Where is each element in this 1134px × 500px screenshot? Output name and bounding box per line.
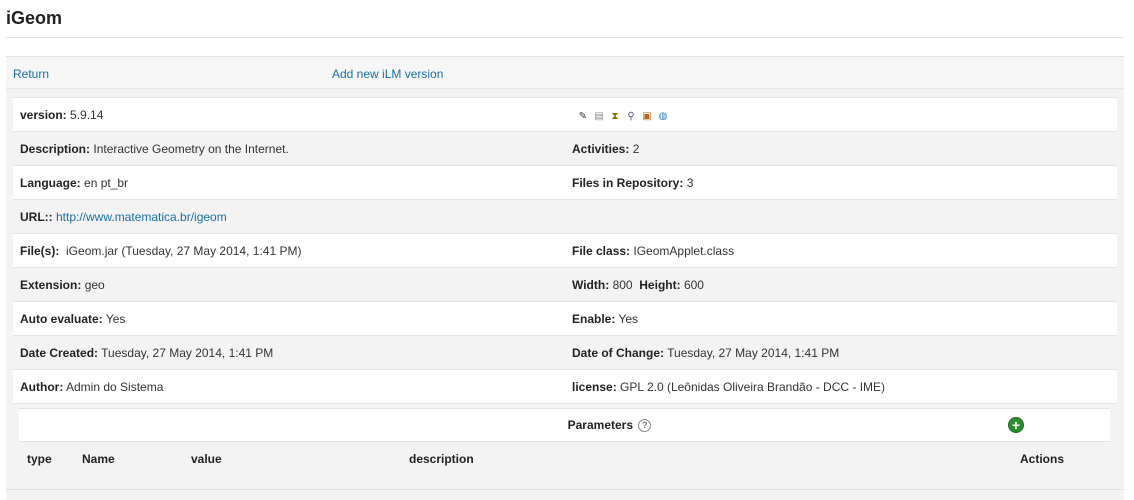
extension-value: geo bbox=[84, 277, 105, 292]
file-class-label: File class: bbox=[572, 243, 631, 258]
extension-cell: Extension: geo bbox=[13, 267, 565, 302]
date-created-value: Tuesday, 27 May 2014, 1:41 PM bbox=[101, 345, 274, 360]
url-link[interactable]: http://www.matematica.br/igeom bbox=[56, 210, 227, 224]
table-row: version: 5.9.14 ✎ ▤ ⧗ ⚲ ▣ ◍ bbox=[13, 97, 1117, 132]
version-cell: version: 5.9.14 bbox=[13, 97, 565, 132]
table-row: Date Created: Tuesday, 27 May 2014, 1:41… bbox=[13, 335, 1117, 370]
file-class-value: IGeomApplet.class bbox=[633, 243, 735, 258]
preview-icon[interactable]: ⚲ bbox=[626, 111, 636, 122]
url-label: URL:: bbox=[20, 209, 53, 224]
url-cell: URL:: http://www.matematica.br/igeom bbox=[13, 199, 565, 234]
files-repository-label: Files in Repository: bbox=[572, 175, 684, 190]
auto-evaluate-cell: Auto evaluate: Yes bbox=[13, 301, 565, 336]
table-row: Extension: geo Width: 800 Height: 600 bbox=[13, 267, 1117, 302]
column-header-actions: Actions bbox=[1008, 441, 1110, 477]
version-value: 5.9.14 bbox=[70, 107, 104, 122]
license-label: license: bbox=[572, 379, 617, 394]
date-change-cell: Date of Change: Tuesday, 27 May 2014, 1:… bbox=[565, 335, 1117, 370]
ilm-info-table: version: 5.9.14 ✎ ▤ ⧗ ⚲ ▣ ◍ Description:… bbox=[13, 97, 1117, 404]
add-parameter-cell: + bbox=[1008, 408, 1110, 442]
column-header-name: Name bbox=[74, 441, 183, 477]
description-cell: Description: Interactive Geometry on the… bbox=[13, 131, 565, 166]
license-cell: license: GPL 2.0 (Leônidas Oliveira Bran… bbox=[565, 369, 1117, 404]
activities-value: 2 bbox=[632, 141, 640, 156]
date-created-label: Date Created: bbox=[20, 345, 99, 360]
edit-icon[interactable]: ✎ bbox=[578, 111, 588, 122]
date-change-label: Date of Change: bbox=[572, 345, 665, 360]
height-value: 600 bbox=[683, 277, 704, 292]
column-header-value: value bbox=[183, 441, 401, 477]
files-label: File(s): bbox=[20, 243, 60, 258]
help-icon[interactable]: ? bbox=[638, 419, 652, 433]
export-icon[interactable]: ⧗ bbox=[610, 111, 620, 122]
bottom-divider bbox=[6, 489, 1124, 490]
table-row: Language: en pt_br Files in Repository: … bbox=[13, 165, 1117, 200]
table-row: File(s): iGeom.jar (Tuesday, 27 May 2014… bbox=[13, 233, 1117, 268]
version-label: version: bbox=[20, 107, 67, 122]
table-row: Author: Admin do Sistema license: GPL 2.… bbox=[13, 369, 1117, 404]
height-label: Height: bbox=[639, 277, 681, 292]
language-value: en pt_br bbox=[84, 175, 129, 190]
version-tools: ✎ ▤ ⧗ ⚲ ▣ ◍ bbox=[572, 111, 668, 122]
page-title: iGeom bbox=[6, 8, 63, 28]
add-parameter-icon[interactable]: + bbox=[1008, 417, 1024, 433]
files-repository-cell: Files in Repository: 3 bbox=[565, 165, 1117, 200]
parameters-title-cell: Parameters ? bbox=[19, 408, 1008, 442]
files-value: iGeom.jar (Tuesday, 27 May 2014, 1:41 PM… bbox=[66, 243, 302, 258]
tools-cell: ✎ ▤ ⧗ ⚲ ▣ ◍ bbox=[565, 97, 1117, 132]
language-label: Language: bbox=[20, 175, 81, 190]
language-cell: Language: en pt_br bbox=[13, 165, 565, 200]
parameters-table: Parameters ? + type Name value descripti… bbox=[19, 408, 1110, 477]
auto-evaluate-label: Auto evaluate: bbox=[20, 311, 103, 326]
copy-icon[interactable]: ▤ bbox=[594, 111, 604, 122]
action-bar: Return Add new iLM version bbox=[6, 56, 1124, 89]
activities-label: Activities: bbox=[572, 141, 630, 156]
files-repository-value: 3 bbox=[686, 175, 694, 190]
web-icon[interactable]: ◍ bbox=[658, 111, 668, 122]
package-icon[interactable]: ▣ bbox=[642, 111, 652, 122]
parameters-title: Parameters bbox=[567, 417, 634, 432]
table-row: URL:: http://www.matematica.br/igeom bbox=[13, 199, 1117, 234]
date-change-value: Tuesday, 27 May 2014, 1:41 PM bbox=[667, 345, 840, 360]
return-link[interactable]: Return bbox=[13, 67, 49, 81]
enable-label: Enable: bbox=[572, 311, 616, 326]
date-created-cell: Date Created: Tuesday, 27 May 2014, 1:41… bbox=[13, 335, 565, 370]
auto-evaluate-value: Yes bbox=[105, 311, 126, 326]
author-cell: Author: Admin do Sistema bbox=[13, 369, 565, 404]
ilm-info-panel: version: 5.9.14 ✎ ▤ ⧗ ⚲ ▣ ◍ Description:… bbox=[6, 89, 1124, 500]
parameters-columns-row: type Name value description Actions bbox=[19, 441, 1110, 477]
table-row: Description: Interactive Geometry on the… bbox=[13, 131, 1117, 166]
description-value: Interactive Geometry on the Internet. bbox=[93, 141, 289, 156]
author-label: Author: bbox=[20, 379, 64, 394]
empty-cell bbox=[565, 199, 1117, 234]
activities-cell: Activities: 2 bbox=[565, 131, 1117, 166]
file-class-cell: File class: IGeomApplet.class bbox=[565, 233, 1117, 268]
width-value: 800 bbox=[612, 277, 633, 292]
add-ilm-version-link[interactable]: Add new iLM version bbox=[332, 67, 443, 81]
enable-value: Yes bbox=[618, 311, 639, 326]
title-divider bbox=[6, 37, 1124, 38]
author-value: Admin do Sistema bbox=[66, 379, 164, 394]
column-header-description: description bbox=[401, 441, 1008, 477]
dimensions-cell: Width: 800 Height: 600 bbox=[565, 267, 1117, 302]
license-value: GPL 2.0 (Leônidas Oliveira Brandão - DCC… bbox=[620, 379, 886, 394]
files-cell: File(s): iGeom.jar (Tuesday, 27 May 2014… bbox=[13, 233, 565, 268]
table-row: Auto evaluate: Yes Enable: Yes bbox=[13, 301, 1117, 336]
width-label: Width: bbox=[572, 277, 610, 292]
parameters-header-row: Parameters ? + bbox=[19, 408, 1110, 442]
extension-label: Extension: bbox=[20, 277, 82, 292]
description-label: Description: bbox=[20, 141, 91, 156]
column-header-type: type bbox=[19, 441, 74, 477]
enable-cell: Enable: Yes bbox=[565, 301, 1117, 336]
